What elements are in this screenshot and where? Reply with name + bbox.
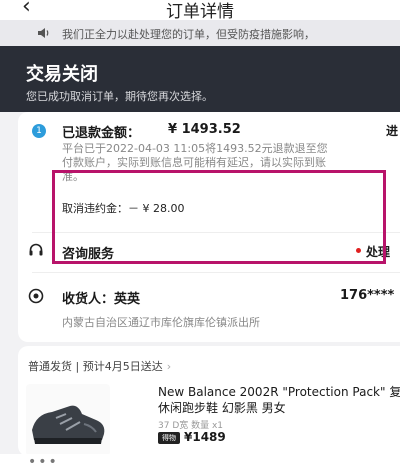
- notice-banner[interactable]: 我们正全力以赴处理您的订单，但受防疫措施影响，: [0, 20, 400, 46]
- consult-service-row[interactable]: 咨询服务 处理: [18, 238, 400, 266]
- more-options-icon[interactable]: •••: [28, 454, 59, 470]
- refund-progress-link[interactable]: 进: [386, 122, 398, 139]
- divider: [32, 232, 400, 233]
- price-badge: 得物: [158, 432, 180, 444]
- cancellation-penalty: 取消违约金：－ ¥ 28.00: [62, 202, 185, 215]
- goods-card[interactable]: 普通发货 | 预计4月5日送达 › New Balance 2002R "Prot…: [18, 346, 400, 456]
- order-status-header: 交易关闭 您已成功取消订单，期待您再次选择。: [0, 46, 400, 112]
- receiver-address: 内蒙古自治区通辽市库伦旗库伦镇派出所: [62, 316, 260, 329]
- speaker-icon: [38, 28, 49, 38]
- refund-amount-label: 已退款金额：: [62, 126, 141, 141]
- status-subtitle: 您已成功取消订单，期待您再次选择。: [26, 90, 213, 103]
- bottom-bar: •••: [0, 454, 400, 470]
- refund-detail-text: 平台已于2022-04-03 11:05将1493.52元退款退至您 付款账户，…: [62, 142, 328, 183]
- service-status: 处理: [366, 245, 391, 259]
- headset-icon: [29, 243, 43, 256]
- page-title: 订单详情: [166, 2, 234, 22]
- notice-text: 我们正全力以赴处理您的订单，但受防疫措施影响，: [62, 28, 315, 41]
- product-price: ¥1489: [184, 430, 226, 444]
- step-number-badge: 1: [32, 124, 46, 138]
- shipping-info[interactable]: 普通发货 | 预计4月5日送达 ›: [28, 358, 171, 374]
- sneaker-icon: [32, 405, 105, 444]
- receiver-name: 收货人：英英: [62, 292, 141, 307]
- chevron-right-icon: ›: [166, 360, 172, 373]
- refund-card: 1 已退款金额： ¥ 1493.52 进 平台已于2022-04-03 11:0…: [18, 112, 400, 342]
- status-title: 交易关闭: [26, 64, 98, 85]
- receiver-phone: 176****: [340, 288, 395, 303]
- top-nav-bar: ‹ 订单详情: [0, 0, 400, 22]
- consult-service-label: 咨询服务: [62, 247, 115, 262]
- shipping-text: 普通发货 | 预计4月5日送达: [28, 360, 163, 373]
- product-name[interactable]: New Balance 2002R "Protection Pack" 复古休闲…: [158, 384, 400, 416]
- refund-amount-value: ¥ 1493.52: [168, 122, 241, 137]
- location-pin-icon: [28, 288, 44, 304]
- status-dot: [356, 248, 361, 253]
- product-image[interactable]: [26, 384, 110, 456]
- divider: [32, 272, 400, 273]
